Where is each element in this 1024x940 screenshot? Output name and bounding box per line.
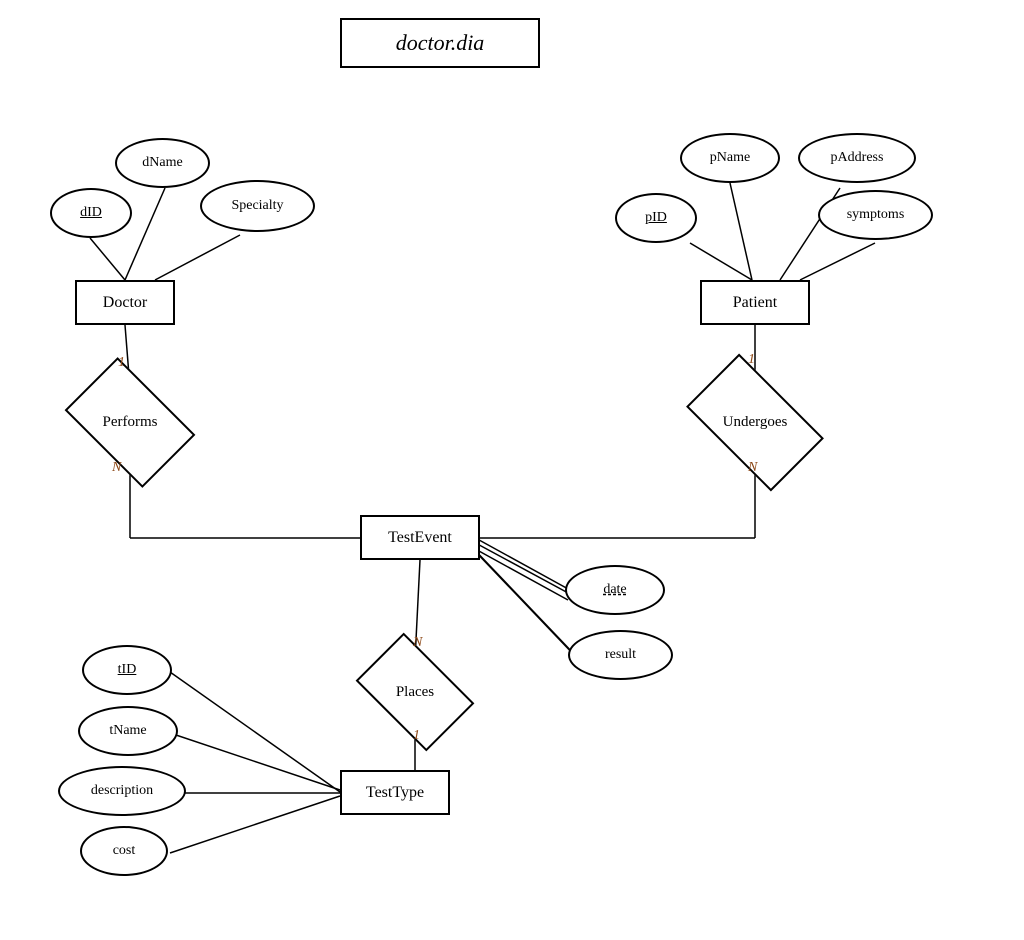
cardinality-places-bottom: 1 <box>413 728 420 744</box>
attribute-specialty: Specialty <box>200 180 315 232</box>
attribute-description: description <box>58 766 186 816</box>
attribute-symptoms: symptoms <box>818 190 933 240</box>
attribute-date: date <box>565 565 665 615</box>
attribute-did: dID <box>50 188 132 238</box>
cardinality-performs-bottom: N <box>112 460 121 476</box>
attribute-paddress: pAddress <box>798 133 916 183</box>
entity-test-type: TestType <box>340 770 450 815</box>
attribute-pid: pID <box>615 193 697 243</box>
cardinality-undergoes-bottom: N <box>748 460 757 476</box>
relationship-places: Places <box>365 658 465 726</box>
cardinality-undergoes-top: 1 <box>748 352 755 368</box>
attribute-dname: dName <box>115 138 210 188</box>
cardinality-performs-top: 1 <box>118 355 125 371</box>
entity-doctor: Doctor <box>75 280 175 325</box>
entity-patient: Patient <box>700 280 810 325</box>
relationship-performs: Performs <box>75 385 185 460</box>
diagram-title: doctor.dia <box>340 18 540 68</box>
cardinality-places-top: N <box>413 635 422 651</box>
entity-test-event: TestEvent <box>360 515 480 560</box>
attribute-pname: pName <box>680 133 780 183</box>
attribute-tname: tName <box>78 706 178 756</box>
relationship-undergoes: Undergoes <box>695 385 815 460</box>
attribute-result: result <box>568 630 673 680</box>
attribute-cost: cost <box>80 826 168 876</box>
attribute-tid: tID <box>82 645 172 695</box>
